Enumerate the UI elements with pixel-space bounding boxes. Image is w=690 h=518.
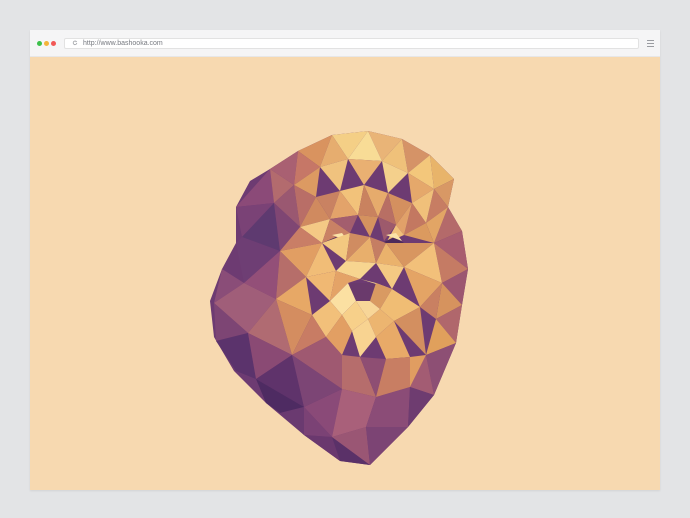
page-content [30, 57, 660, 490]
window-control-red-dot[interactable] [51, 41, 56, 46]
browser-toolbar: http://www.bashooka.com [30, 30, 660, 57]
low-poly-lion-illustration [210, 131, 468, 465]
address-bar[interactable]: http://www.bashooka.com [64, 38, 639, 49]
window-control-green-dot[interactable] [37, 41, 42, 46]
hamburger-menu-icon[interactable] [647, 40, 654, 47]
url-text[interactable]: http://www.bashooka.com [83, 39, 163, 48]
reload-icon[interactable] [72, 40, 78, 46]
browser-window: http://www.bashooka.com [30, 30, 660, 490]
window-control-yellow-dot[interactable] [44, 41, 49, 46]
